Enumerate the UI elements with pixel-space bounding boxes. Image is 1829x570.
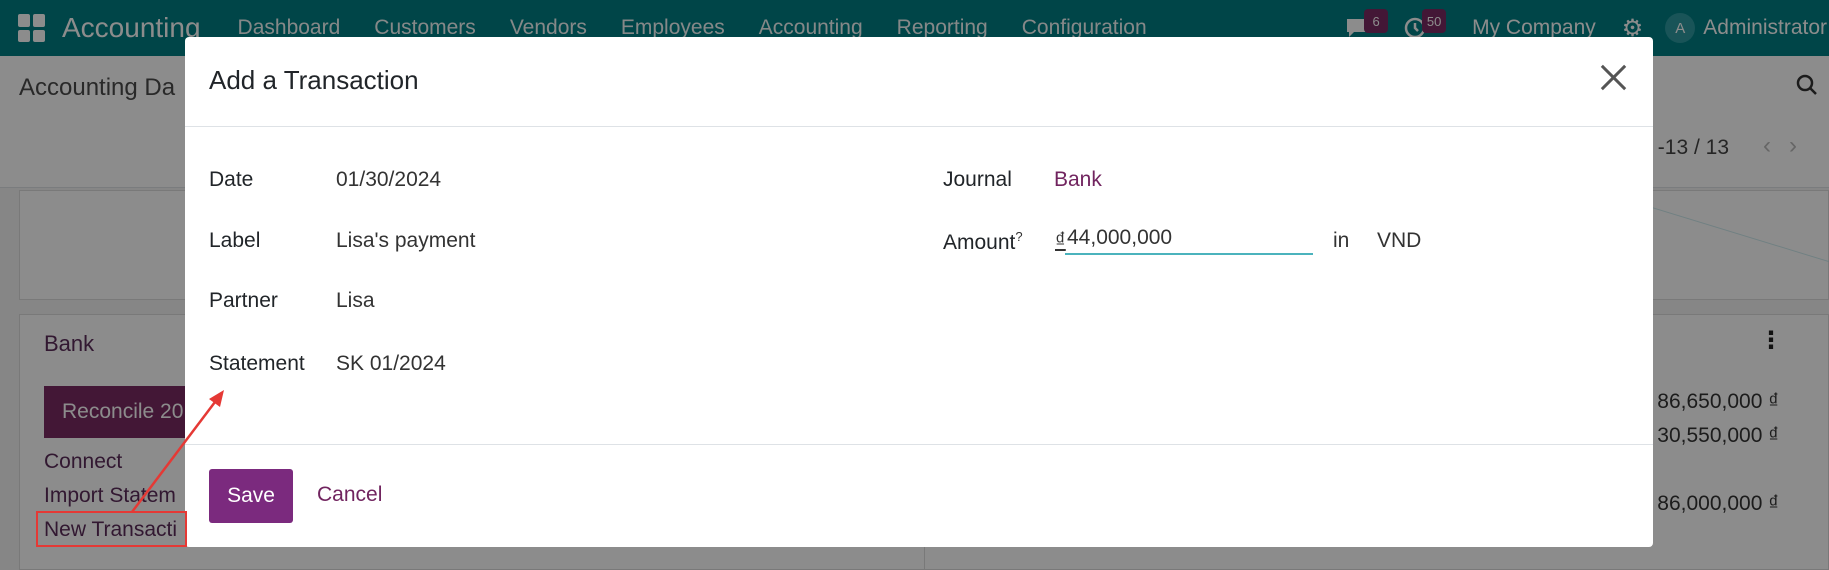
modal-title: Add a Transaction xyxy=(209,65,419,95)
in-label: in xyxy=(1333,229,1350,252)
journal-label: Journal xyxy=(943,168,1012,191)
date-label: Date xyxy=(209,168,254,191)
currency-field[interactable]: VND xyxy=(1377,229,1421,253)
label-label: Label xyxy=(209,229,261,252)
modal-header: Add a Transaction xyxy=(185,37,1653,127)
amount-label-text: Amount xyxy=(943,231,1016,254)
close-icon[interactable] xyxy=(1595,59,1631,95)
date-field[interactable]: 01/30/2024 xyxy=(336,168,441,192)
cancel-button[interactable]: Cancel xyxy=(317,483,382,507)
help-tooltip-icon[interactable]: ? xyxy=(1015,229,1022,244)
add-transaction-dialog: Add a Transaction Date 01/30/2024 Label … xyxy=(185,37,1653,547)
statement-field[interactable]: SK 01/2024 xyxy=(336,352,446,376)
journal-field[interactable]: Bank xyxy=(1054,168,1102,192)
save-button[interactable]: Save xyxy=(209,469,293,523)
partner-field[interactable]: Lisa xyxy=(336,289,375,313)
statement-label: Statement xyxy=(209,352,305,375)
modal-footer: Save Cancel xyxy=(185,444,1653,547)
annotation-highlight-box xyxy=(36,511,187,547)
amount-input[interactable] xyxy=(1065,223,1313,255)
partner-label: Partner xyxy=(209,289,278,312)
label-field[interactable]: Lisa's payment xyxy=(336,229,475,253)
amount-label: Amount? xyxy=(943,229,1023,255)
